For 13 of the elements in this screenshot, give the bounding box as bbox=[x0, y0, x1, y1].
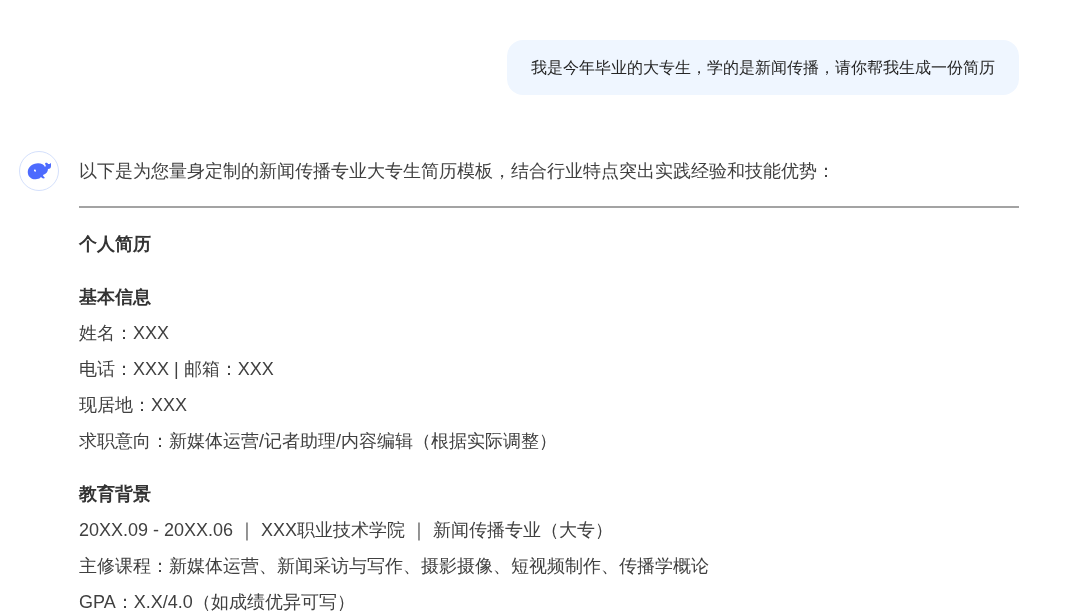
reply-intro: 以下是为您量身定制的新闻传播专业大专生简历模板，结合行业特点突出实践经验和技能优势： bbox=[79, 160, 836, 183]
resume-line: 电话：XXX | 邮箱：XXX bbox=[79, 358, 275, 381]
section-heading: 基本信息 bbox=[79, 286, 152, 309]
whale-icon bbox=[26, 161, 52, 181]
resume-line: 姓名：XXX bbox=[79, 322, 171, 345]
resume-line: 主修课程：新媒体运营、新闻采访与写作、摄影摄像、短视频制作、传播学概论 bbox=[79, 555, 710, 578]
user-message: 我是今年毕业的大专生，学的是新闻传播，请你帮我生成一份简历 bbox=[507, 40, 1019, 95]
resume-line: 现居地：XXX bbox=[79, 394, 189, 417]
resume-line: GPA：X.X/4.0（如成绩优异可写） bbox=[79, 591, 356, 612]
section-heading: 教育背景 bbox=[79, 483, 152, 506]
resume-title: 个人简历 bbox=[79, 233, 152, 256]
resume-line: 20XX.09 - 20XX.06 ｜ XXX职业技术学院 ｜ 新闻传播专业（大专） bbox=[79, 519, 615, 543]
resume-line: 求职意向：新媒体运营/记者助理/内容编辑（根据实际调整） bbox=[79, 430, 558, 453]
